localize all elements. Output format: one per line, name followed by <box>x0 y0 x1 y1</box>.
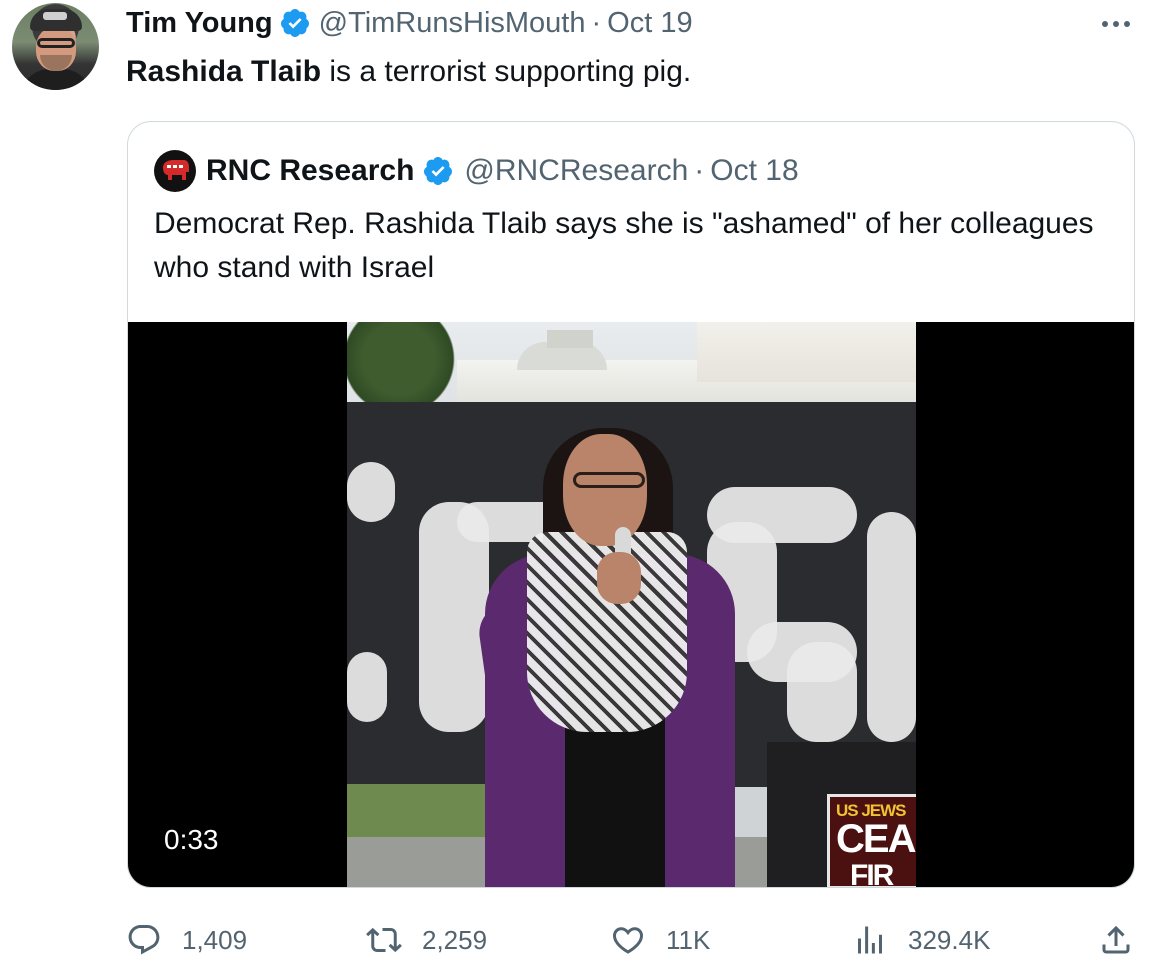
reply-count: 1,409 <box>182 924 248 955</box>
elephant-icon <box>163 160 189 180</box>
quote-header-separator: · <box>694 154 705 187</box>
speaker-hand <box>597 552 641 604</box>
building <box>697 322 916 382</box>
speaker-head <box>563 434 647 546</box>
avatar-cap-logo <box>43 12 67 20</box>
quote-author-handle[interactable]: @RNCResearch <box>464 154 688 188</box>
reply-button[interactable]: 1,409 <box>126 920 247 960</box>
sign-line-3: FIR <box>850 859 894 888</box>
quote-text: Democrat Rep. Rashida Tlaib says she is … <box>154 207 1094 284</box>
retweet-icon <box>366 927 402 953</box>
retweet-count: 2,259 <box>422 924 488 955</box>
banner-paint <box>787 642 857 742</box>
tweet-text-rest: is a terrorist supporting pig. <box>321 55 692 88</box>
more-horizontal-icon[interactable] <box>1096 12 1136 36</box>
grass <box>347 784 507 844</box>
sign-line-2: CEA <box>836 817 916 861</box>
avatar-glasses <box>37 38 75 48</box>
video-frame: US JEWS CEA FIR <box>347 322 916 888</box>
retweet-button[interactable]: 2,259 <box>366 920 487 960</box>
share-button[interactable] <box>1098 920 1134 960</box>
more-dot <box>1124 21 1130 27</box>
video-player[interactable]: US JEWS CEA FIR 0:33 <box>128 322 1134 888</box>
tweet-header: Tim Young @TimRunsHisMouth · Oct 19 <box>126 5 693 41</box>
quote-date[interactable]: Oct 18 <box>710 154 798 188</box>
protest-sign: US JEWS CEA FIR <box>827 794 916 888</box>
like-count: 11K <box>666 924 711 955</box>
action-bar: 1,409 2,259 11K 329.4K <box>126 920 1146 960</box>
more-dot <box>1102 21 1108 27</box>
tree <box>347 322 477 404</box>
more-dot <box>1113 21 1119 27</box>
author-handle[interactable]: @TimRunsHisMouth <box>319 7 586 40</box>
share-icon <box>1102 925 1130 954</box>
views-chart-icon <box>858 926 882 954</box>
tweet-text: Rashida Tlaib is a terrorist supporting … <box>126 53 691 91</box>
quote-header: RNC Research @RNCResearch · Oct 18 <box>154 150 799 192</box>
video-duration: 0:33 <box>152 818 231 862</box>
like-button[interactable]: 11K <box>610 920 710 960</box>
capitol-cupola <box>547 330 593 348</box>
views-count: 329.4K <box>908 924 991 955</box>
speaker-glasses <box>573 472 645 488</box>
banner-paint <box>867 512 916 742</box>
tweet-date[interactable]: Oct 19 <box>607 7 692 40</box>
header-separator: · <box>591 6 602 39</box>
rnc-avatar[interactable] <box>154 150 196 192</box>
tweet: Tim Young @TimRunsHisMouth · Oct 19 Rash… <box>0 0 1166 968</box>
author-avatar[interactable] <box>12 3 99 90</box>
verified-badge-icon <box>424 157 453 185</box>
quote-author-name[interactable]: RNC Research <box>206 154 414 188</box>
heart-icon <box>612 927 644 954</box>
banner-paint <box>347 652 387 722</box>
avatar-shirt <box>20 69 92 90</box>
tweet-text-bold: Rashida Tlaib <box>126 55 322 88</box>
verified-badge-icon <box>280 9 309 37</box>
quoted-tweet[interactable]: RNC Research @RNCResearch · Oct 18 Democ… <box>127 121 1135 888</box>
views-button[interactable]: 329.4K <box>852 920 990 960</box>
reply-icon <box>128 925 160 955</box>
author-name[interactable]: Tim Young <box>126 7 273 40</box>
banner-paint <box>347 462 395 522</box>
